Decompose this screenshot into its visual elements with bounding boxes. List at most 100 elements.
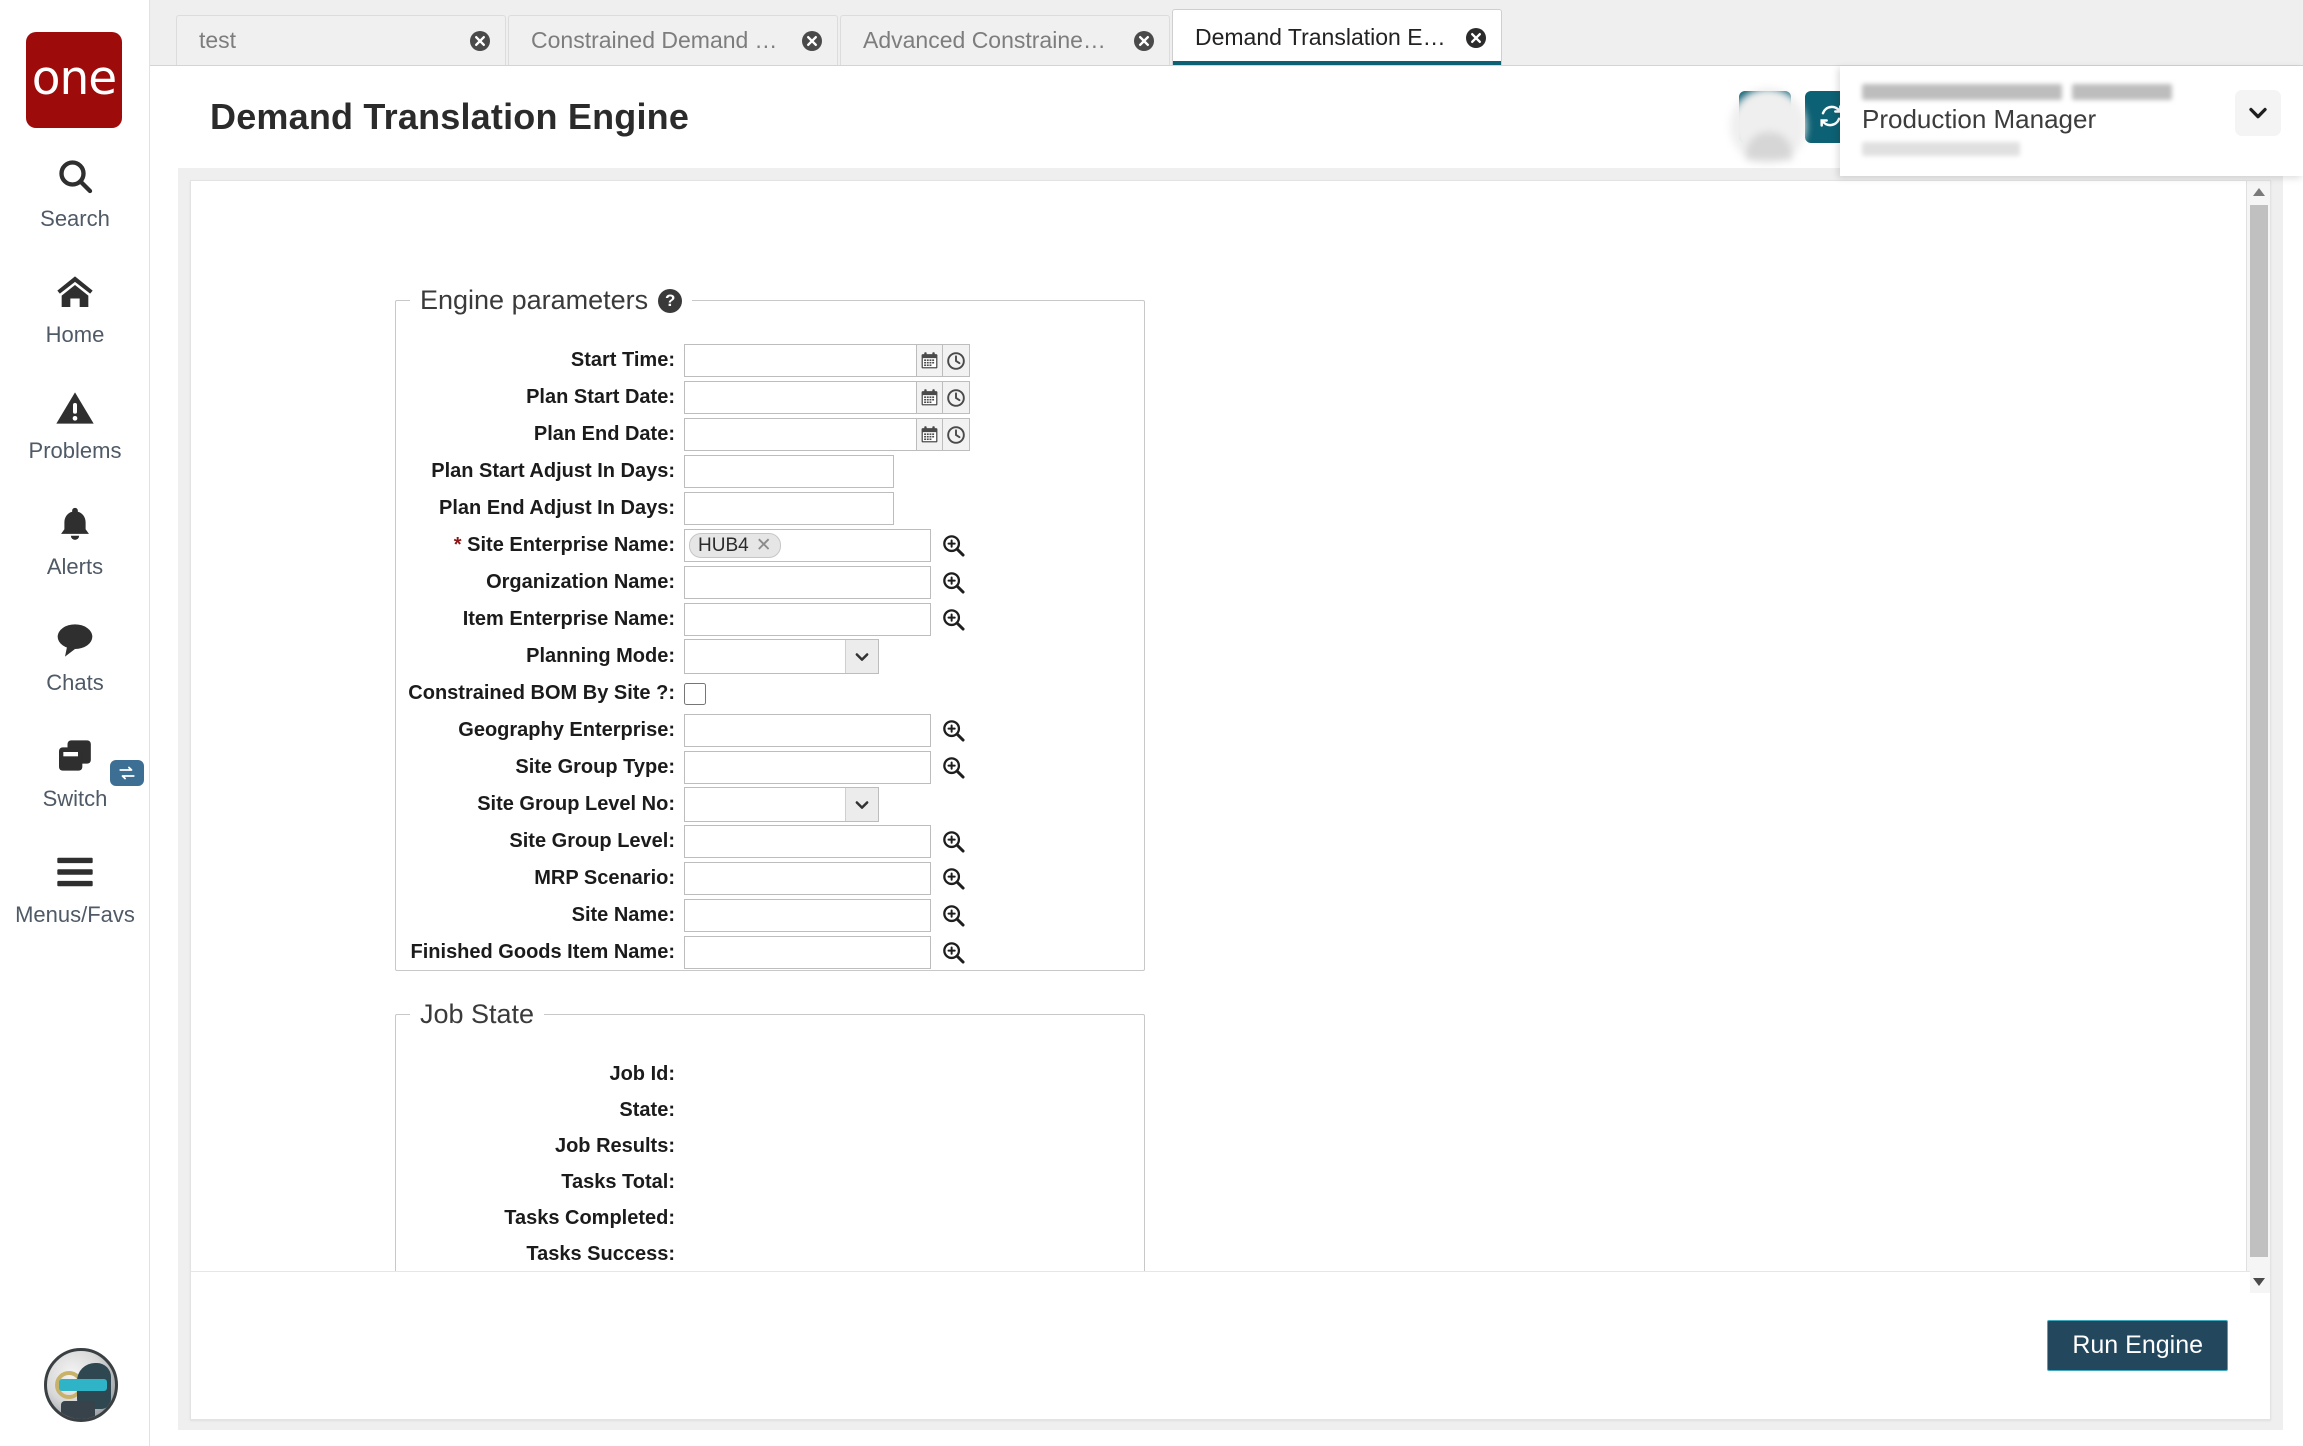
field-control <box>684 603 968 636</box>
lookup-search-icon[interactable] <box>938 529 968 562</box>
field-row-item-enterprise-name: Item Enterprise Name: <box>396 601 1144 638</box>
field-control <box>684 639 879 674</box>
clock-icon[interactable] <box>943 418 970 451</box>
sidebar-item-alerts[interactable]: Alerts <box>0 498 150 614</box>
field-control <box>684 344 970 377</box>
warning-triangle-icon <box>55 382 95 434</box>
lookup-search-icon[interactable] <box>938 862 968 895</box>
browser-tab-strip: test Constrained Demand Translatio... Ad… <box>150 0 2303 66</box>
plan-end-date-input[interactable] <box>684 418 916 451</box>
field-row-site-group-level-no: Site Group Level No: <box>396 786 1144 823</box>
constrained-bom-by-site-checkbox[interactable] <box>684 682 706 705</box>
plan-end-adjust-days-input[interactable] <box>684 492 894 525</box>
calendar-icon[interactable] <box>916 381 943 414</box>
run-engine-button[interactable]: Run Engine <box>2047 1320 2228 1371</box>
required-asterisk: * <box>453 534 462 556</box>
caret-up-icon[interactable] <box>2247 181 2271 203</box>
search-icon <box>55 150 95 202</box>
site-group-level-input[interactable] <box>684 825 931 858</box>
tab-constrained-demand-translation[interactable]: Constrained Demand Translatio... <box>508 15 838 65</box>
chip: HUB4 ✕ <box>689 533 781 558</box>
close-icon[interactable] <box>467 28 493 54</box>
tab-test[interactable]: test <box>176 15 506 65</box>
user-org-redacted <box>1862 142 2020 156</box>
chip-label: HUB4 <box>698 534 749 556</box>
lookup-search-icon[interactable] <box>938 714 968 747</box>
tab-demand-translation-engine[interactable]: Demand Translation Engine <box>1172 9 1502 65</box>
mrp-scenario-input[interactable] <box>684 862 931 895</box>
sidebar-item-menus-favs[interactable]: Menus/Favs <box>0 846 150 962</box>
start-time-input[interactable] <box>684 344 916 377</box>
site-group-type-input[interactable] <box>684 751 931 784</box>
lookup-search-icon[interactable] <box>938 936 968 969</box>
vertical-scrollbar[interactable] <box>2246 181 2270 1293</box>
close-icon[interactable] <box>799 28 825 54</box>
sidebar-item-search[interactable]: Search <box>0 150 150 266</box>
content-shell: Engine parameters ? Start Time: Plan Sta… <box>178 168 2283 1430</box>
switch-toggle-badge[interactable] <box>110 760 144 786</box>
plan-start-adjust-days-input[interactable] <box>684 455 894 488</box>
site-name-input[interactable] <box>684 899 931 932</box>
field-control <box>684 862 968 895</box>
hamburger-icon <box>54 846 96 898</box>
item-enterprise-name-input[interactable] <box>684 603 931 636</box>
one-network-logo[interactable]: one <box>26 32 122 128</box>
plan-start-date-input[interactable] <box>684 381 916 414</box>
job-state-row-tasks-completed: Tasks Completed: <box>396 1200 1144 1236</box>
clock-icon[interactable] <box>943 381 970 414</box>
caret-down-icon[interactable] <box>2247 1271 2271 1293</box>
lookup-search-icon[interactable] <box>938 825 968 858</box>
field-control <box>684 714 968 747</box>
field-control <box>684 492 894 525</box>
chevron-down-icon[interactable] <box>2235 90 2281 136</box>
robot-body <box>61 1401 95 1419</box>
sidebar-item-switch[interactable]: Switch <box>0 730 150 846</box>
legend-text: Job State <box>420 999 535 1029</box>
field-control <box>684 787 879 822</box>
calendar-icon[interactable] <box>916 418 943 451</box>
field-row-site-name: Site Name: <box>396 897 1144 934</box>
robot-assistant-icon[interactable] <box>44 1348 118 1422</box>
site-group-level-no-select[interactable] <box>684 787 879 822</box>
field-row-plan-end-date: Plan End Date: <box>396 416 1144 453</box>
tab-advanced-constrained-demand[interactable]: Advanced Constrained Demand ... <box>840 15 1170 65</box>
clock-icon[interactable] <box>943 344 970 377</box>
close-icon[interactable] <box>1131 28 1157 54</box>
field-label: Site Group Type: <box>515 756 675 778</box>
home-icon <box>54 266 96 318</box>
calendar-icon[interactable] <box>916 344 943 377</box>
finished-goods-item-name-input[interactable] <box>684 936 931 969</box>
tab-label: test <box>199 27 237 53</box>
field-control <box>684 455 894 488</box>
lookup-search-icon[interactable] <box>938 899 968 932</box>
field-row-site-group-type: Site Group Type: <box>396 749 1144 786</box>
field-control <box>684 751 968 784</box>
job-state-row-state: State: <box>396 1092 1144 1128</box>
scrollbar-thumb[interactable] <box>2250 205 2268 1257</box>
chip-remove-icon[interactable]: ✕ <box>756 536 772 555</box>
organization-name-input[interactable] <box>684 566 931 599</box>
sidebar-item-label: Search <box>40 206 110 231</box>
site-enterprise-name-input[interactable]: HUB4 ✕ <box>684 529 931 562</box>
form-scroll-area: Engine parameters ? Start Time: Plan Sta… <box>191 181 2250 1293</box>
sidebar-item-label: Problems <box>28 438 122 463</box>
sidebar-item-label: Alerts <box>46 554 104 579</box>
sidebar-item-problems[interactable]: Problems <box>0 382 150 498</box>
field-row-mrp-scenario: MRP Scenario: <box>396 860 1144 897</box>
close-icon[interactable] <box>1463 25 1489 51</box>
sidebar-item-label: Chats <box>46 670 104 695</box>
sidebar-item-chats[interactable]: Chats <box>0 614 150 730</box>
help-question-icon[interactable]: ? <box>658 288 683 313</box>
sidebar-item-home[interactable]: Home <box>0 266 150 382</box>
field-control <box>684 682 706 705</box>
lookup-search-icon[interactable] <box>938 603 968 636</box>
field-label: Finished Goods Item Name: <box>410 941 675 963</box>
user-profile-panel[interactable]: Production Manager <box>1730 66 2303 176</box>
field-control <box>684 381 970 414</box>
geography-enterprise-input[interactable] <box>684 714 931 747</box>
lookup-search-icon[interactable] <box>938 751 968 784</box>
field-label: Site Name: <box>571 904 675 926</box>
job-state-row-tasks-total: Tasks Total: <box>396 1164 1144 1200</box>
lookup-search-icon[interactable] <box>938 566 968 599</box>
planning-mode-select[interactable] <box>684 639 879 674</box>
